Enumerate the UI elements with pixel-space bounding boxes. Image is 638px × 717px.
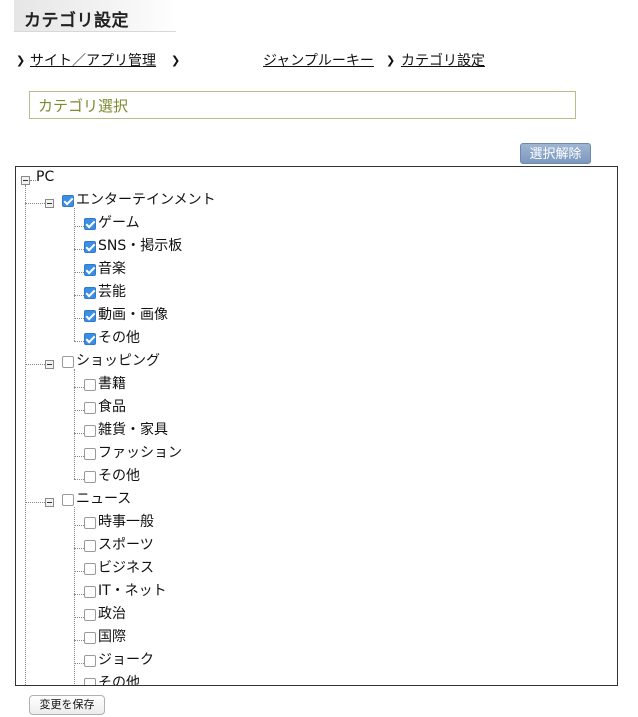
tree-connector <box>74 617 84 618</box>
tree-group-label[interactable]: ショッピング <box>76 352 160 370</box>
tree-item-label[interactable]: その他 <box>98 467 140 485</box>
chevron-right-icon: ❯ <box>171 54 181 67</box>
group-checkbox[interactable] <box>62 356 74 368</box>
category-checkbox[interactable] <box>84 264 96 276</box>
tree-connector <box>74 525 84 526</box>
tree-connector <box>25 502 45 503</box>
category-checkbox[interactable] <box>84 287 96 299</box>
category-checkbox[interactable] <box>84 402 96 414</box>
category-checkbox[interactable] <box>84 333 96 345</box>
category-checkbox[interactable] <box>84 632 96 644</box>
tree-connector <box>74 594 84 595</box>
category-checkbox[interactable] <box>84 425 96 437</box>
tree-group-label[interactable]: ニュース <box>76 490 131 508</box>
tree-item-label[interactable]: ファッション <box>98 444 182 462</box>
breadcrumb-link-jump-rookie[interactable]: ジャンプルーキー <box>263 51 374 71</box>
tree-item-label[interactable]: 芸能 <box>98 283 126 301</box>
category-select-box: カテゴリ選択 <box>29 91 576 119</box>
category-checkbox[interactable] <box>84 241 96 253</box>
collapse-group-icon[interactable] <box>45 498 54 507</box>
tree-connector <box>74 272 84 273</box>
tree-connector <box>74 208 75 341</box>
tree-connector <box>74 456 84 457</box>
tree-item-label[interactable]: その他 <box>98 329 140 347</box>
chevron-right-icon: ❯ <box>386 54 396 67</box>
tree-item-label[interactable]: 動画・画像 <box>98 306 168 324</box>
tree-root-label: PC <box>36 169 55 185</box>
breadcrumb: ❯ サイト／アプリ管理 ❯ ジャンプルーキー ❯ カテゴリ設定 <box>16 51 616 71</box>
tree-connector <box>74 341 84 342</box>
group-checkbox[interactable] <box>62 195 74 207</box>
page-title: カテゴリ設定 <box>24 11 129 31</box>
tree-item-label[interactable]: 音楽 <box>98 260 126 278</box>
tree-item-label[interactable]: 食品 <box>98 398 126 416</box>
tree-connector <box>74 249 84 250</box>
category-select-label: カテゴリ選択 <box>38 97 129 115</box>
category-checkbox[interactable] <box>84 218 96 230</box>
tree-item-label[interactable]: 時事一般 <box>98 513 154 531</box>
category-checkbox[interactable] <box>84 448 96 460</box>
category-checkbox[interactable] <box>84 540 96 552</box>
tree-connector <box>74 479 84 480</box>
tree-connector <box>74 507 75 685</box>
collapse-root-icon[interactable] <box>21 176 30 185</box>
tree-connector <box>74 410 84 411</box>
category-checkbox[interactable] <box>84 586 96 598</box>
category-checkbox[interactable] <box>84 517 96 529</box>
tree-connector <box>74 640 84 641</box>
tree-connector <box>25 185 26 685</box>
tree-connector <box>74 548 84 549</box>
tree-connector <box>74 295 84 296</box>
tree-item-label[interactable]: 政治 <box>98 605 126 623</box>
tree-connector <box>74 571 84 572</box>
tree-connector <box>74 369 75 479</box>
collapse-group-icon[interactable] <box>45 360 54 369</box>
tree-item-label[interactable]: IT・ネット <box>98 582 167 600</box>
tree-connector <box>74 433 84 434</box>
breadcrumb-current-category-settings[interactable]: カテゴリ設定 <box>401 51 485 71</box>
breadcrumb-link-site-app-management[interactable]: サイト／アプリ管理 <box>30 51 156 71</box>
category-checkbox[interactable] <box>84 563 96 575</box>
tree-connector <box>74 318 84 319</box>
tree-item-label[interactable]: 雑貨・家具 <box>98 421 168 439</box>
tree-item-label[interactable]: 書籍 <box>98 375 126 393</box>
tree-item-label[interactable]: ビジネス <box>98 559 154 577</box>
tree-group-label[interactable]: エンターテインメント <box>76 191 216 209</box>
category-checkbox[interactable] <box>84 678 96 685</box>
tree-item-label[interactable]: ジョーク <box>98 651 154 669</box>
tree-connector <box>74 226 84 227</box>
tree-connector <box>25 364 45 365</box>
deselect-all-button[interactable]: 選択解除 <box>520 143 591 164</box>
tree-connector <box>25 203 45 204</box>
collapse-group-icon[interactable] <box>45 199 54 208</box>
category-checkbox[interactable] <box>84 471 96 483</box>
group-checkbox[interactable] <box>62 494 74 506</box>
chevron-right-icon: ❯ <box>16 54 26 67</box>
tree-connector <box>74 387 84 388</box>
tree-connector <box>74 663 84 664</box>
category-checkbox[interactable] <box>84 379 96 391</box>
category-checkbox[interactable] <box>84 310 96 322</box>
tree-item-label[interactable]: ゲーム <box>98 214 140 232</box>
page-title-bar: カテゴリ設定 <box>14 0 176 32</box>
tree-item-label[interactable]: SNS・掲示板 <box>98 237 182 255</box>
tree-item-label[interactable]: スポーツ <box>98 536 154 554</box>
category-checkbox[interactable] <box>84 655 96 667</box>
save-changes-button[interactable]: 変更を保存 <box>29 695 105 715</box>
tree-item-label[interactable]: 国際 <box>98 628 126 646</box>
tree-item-label[interactable]: その他 <box>98 674 140 685</box>
category-tree[interactable]: PC エンターテインメント ゲーム SNS・掲示板 音楽 芸能 動画・画像 その他 ショッピング… <box>15 166 618 686</box>
category-checkbox[interactable] <box>84 609 96 621</box>
